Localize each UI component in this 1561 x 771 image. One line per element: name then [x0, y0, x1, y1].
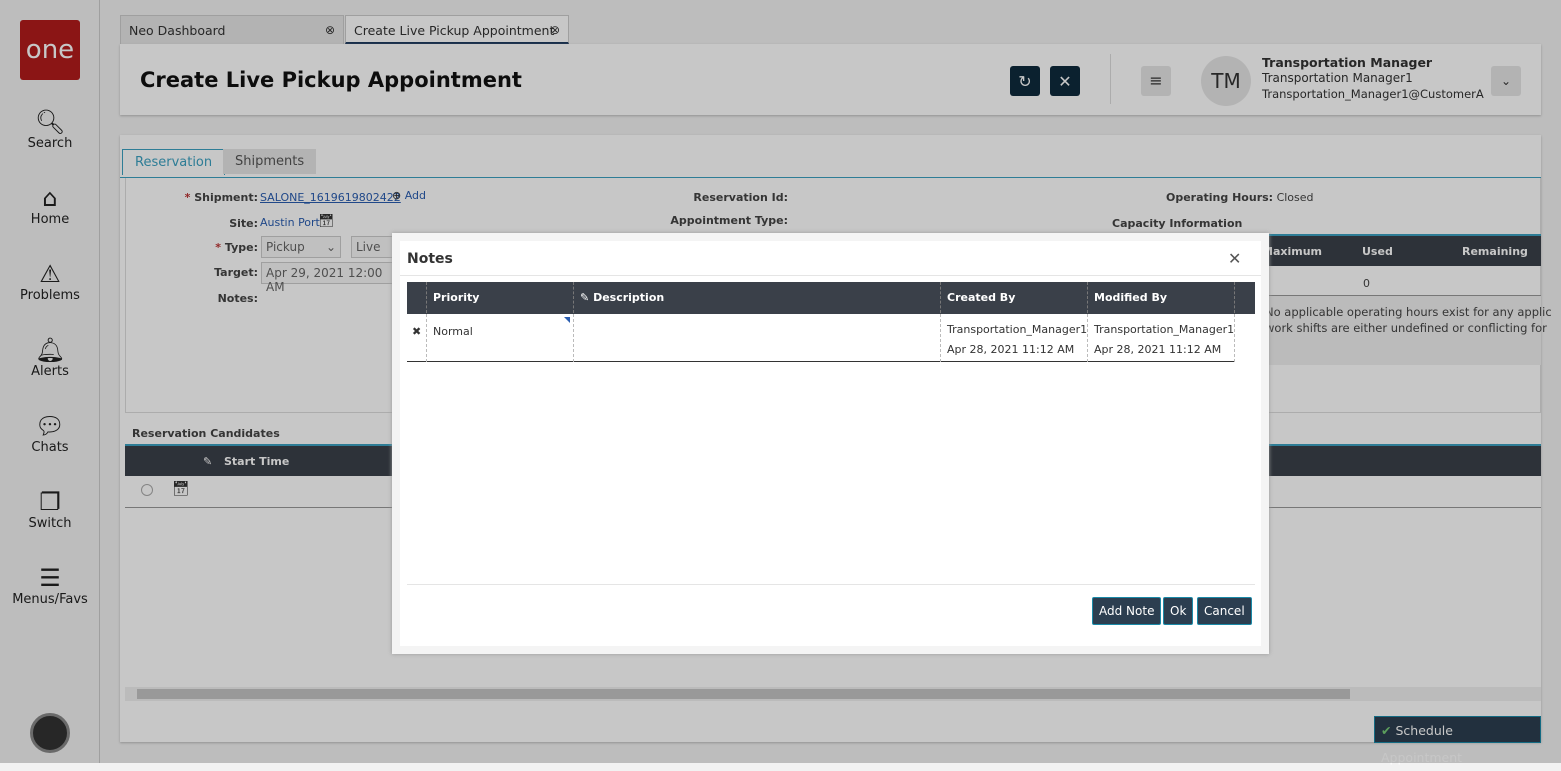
col-created-by[interactable]: Created By	[941, 282, 1088, 313]
notes-dialog: Notes ✕ Priority ✎ Description Created B…	[392, 233, 1269, 654]
col-priority[interactable]: Priority	[427, 282, 574, 313]
modified-at-value: Apr 28, 2021 11:12 AM	[1094, 343, 1222, 356]
created-by-value: Transportation_Manager1	[947, 323, 1088, 336]
table-row: ✖ Normal Transportation_Manager1 Apr 28, …	[407, 314, 1235, 362]
ok-button[interactable]: Ok	[1163, 597, 1194, 625]
modified-by-value: Transportation_Manager1	[1094, 323, 1235, 336]
cancel-button[interactable]: Cancel	[1197, 597, 1252, 625]
priority-value: Normal	[433, 325, 473, 338]
priority-cell[interactable]: Normal	[427, 314, 574, 362]
dropdown-indicator-icon	[564, 317, 570, 323]
dialog-title: Notes	[407, 251, 453, 267]
description-cell[interactable]	[574, 314, 941, 362]
add-note-button[interactable]: Add Note	[1092, 597, 1162, 625]
edit-icon: ✎	[580, 291, 590, 304]
col-description-label: Description	[593, 291, 665, 304]
created-at-value: Apr 28, 2021 11:12 AM	[947, 343, 1075, 356]
notes-table-header: Priority ✎ Description Created By Modifi…	[407, 282, 1255, 314]
delete-row-icon[interactable]: ✖	[407, 314, 427, 362]
created-by-cell: Transportation_Manager1 Apr 28, 2021 11:1…	[941, 314, 1088, 362]
modified-by-cell: Transportation_Manager1 Apr 28, 2021 11:1…	[1088, 314, 1235, 362]
close-icon[interactable]: ✕	[1228, 249, 1241, 268]
col-modified-by[interactable]: Modified By	[1088, 282, 1235, 313]
col-description[interactable]: ✎ Description	[574, 282, 941, 313]
